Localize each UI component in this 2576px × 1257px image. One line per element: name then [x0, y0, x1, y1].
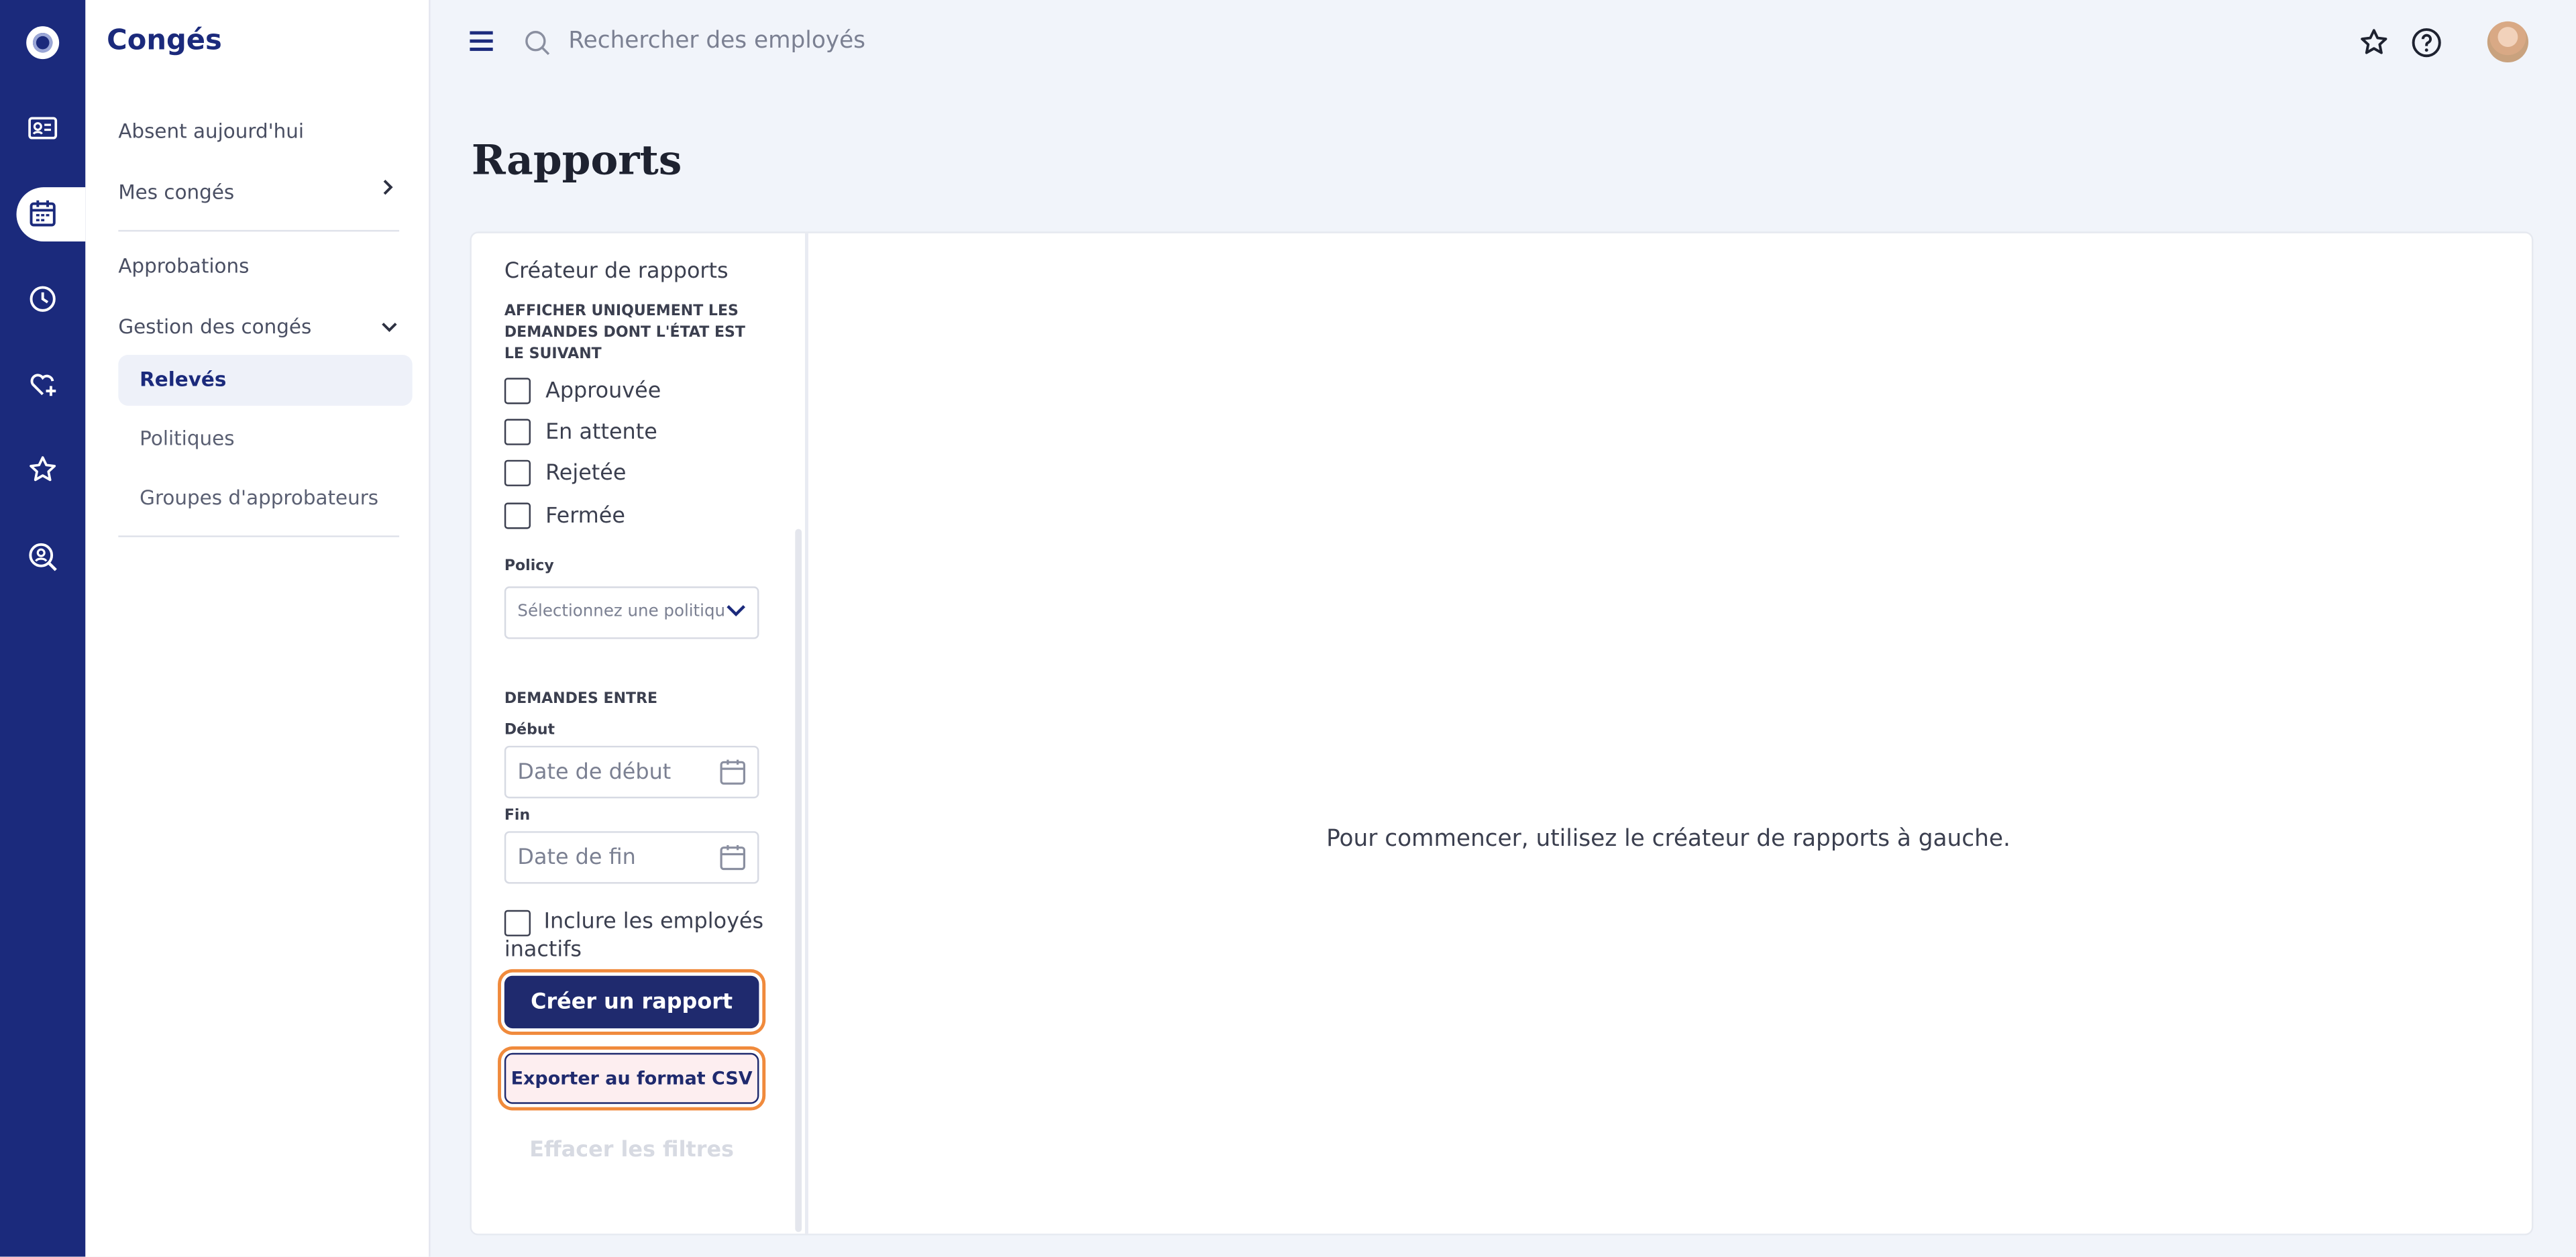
sidebar-item-policies[interactable]: Politiques — [140, 427, 234, 450]
divider — [118, 535, 400, 537]
chevron-down-icon[interactable] — [381, 317, 397, 339]
calendar-icon[interactable] — [26, 197, 59, 230]
sidebar: Congés Absent aujourd'hui Mes congés App… — [85, 0, 431, 1257]
logo-icon[interactable] — [26, 26, 60, 60]
empty-state-message: Pour commencer, utilisez le créateur de … — [1326, 826, 2010, 853]
checkbox[interactable] — [504, 502, 531, 529]
sidebar-item-statements[interactable]: Relevés — [118, 354, 413, 406]
create-report-button[interactable]: Créer un rapport — [504, 975, 759, 1029]
favorites-star-icon[interactable] — [2357, 26, 2390, 59]
include-inactive-label: Inclure les employés inactifs — [504, 910, 764, 963]
search-input[interactable]: Rechercher des employés — [568, 28, 865, 54]
sidebar-item-absent-today[interactable]: Absent aujourd'hui — [118, 120, 304, 143]
report-builder-panel: Créateur de rapports AFFICHER UNIQUEMENT… — [472, 233, 808, 1234]
checkbox-label: Fermée — [545, 503, 625, 529]
heart-plus-icon[interactable] — [26, 368, 59, 401]
page-title: Rapports — [471, 136, 682, 184]
checkbox[interactable] — [504, 378, 531, 404]
status-closed-checkbox[interactable]: Fermée — [504, 502, 625, 529]
help-icon[interactable] — [2410, 26, 2443, 59]
export-csv-button[interactable]: Exporter au format CSV — [504, 1052, 759, 1104]
start-date-placeholder: Date de début — [517, 760, 672, 785]
checkbox-label: Approuvée — [545, 378, 661, 404]
sidebar-item-approver-groups[interactable]: Groupes d'approbateurs — [140, 486, 378, 509]
clock-icon[interactable] — [26, 282, 59, 315]
chevron-down-icon — [724, 599, 748, 623]
search-icon — [525, 31, 550, 56]
contact-card-icon[interactable] — [26, 112, 59, 145]
checkbox-label: Rejetée — [545, 460, 627, 486]
policy-label: Policy — [504, 558, 554, 576]
policy-select[interactable]: Sélectionnez une politique — [504, 586, 759, 639]
end-date-placeholder: Date de fin — [517, 846, 636, 871]
builder-title: Créateur de rapports — [504, 259, 729, 284]
end-date-label: Fin — [504, 808, 531, 825]
status-rejected-checkbox[interactable]: Rejetée — [504, 459, 627, 486]
report-card: Créateur de rapports AFFICHER UNIQUEMENT… — [471, 233, 2532, 1234]
date-range-label: DEMANDES ENTRE — [504, 692, 658, 708]
calendar-icon[interactable] — [718, 842, 747, 872]
status-approved-checkbox[interactable]: Approuvée — [504, 378, 661, 404]
end-date-field[interactable]: Date de fin — [504, 831, 759, 884]
checkbox[interactable] — [504, 459, 531, 486]
start-date-field[interactable]: Date de début — [504, 745, 759, 799]
calendar-icon[interactable] — [718, 757, 747, 787]
checkbox-label: En attente — [545, 419, 657, 445]
icon-rail — [0, 0, 86, 1257]
star-icon[interactable] — [26, 453, 59, 486]
start-date-label: Début — [504, 722, 555, 740]
checkbox[interactable] — [504, 419, 531, 445]
sidebar-item-label: Relevés — [140, 368, 227, 391]
hamburger-menu-icon[interactable] — [470, 31, 493, 54]
sidebar-item-approvals[interactable]: Approbations — [118, 255, 249, 278]
clear-filters-button[interactable]: Effacer les filtres — [504, 1138, 759, 1163]
chevron-right-icon[interactable] — [381, 179, 394, 201]
divider — [118, 229, 400, 232]
policy-placeholder: Sélectionnez une politique — [517, 602, 736, 621]
sidebar-item-my-leave[interactable]: Mes congés — [118, 180, 234, 203]
app-title: Congés — [107, 24, 222, 58]
status-pending-checkbox[interactable]: En attente — [504, 419, 657, 445]
status-filter-label: AFFICHER UNIQUEMENT LES DEMANDES DONT L'… — [504, 304, 745, 364]
sidebar-item-leave-management[interactable]: Gestion des congés — [118, 315, 311, 338]
search-person-icon[interactable] — [26, 541, 59, 573]
scrollbar[interactable] — [795, 529, 802, 1232]
avatar[interactable] — [2487, 21, 2529, 63]
